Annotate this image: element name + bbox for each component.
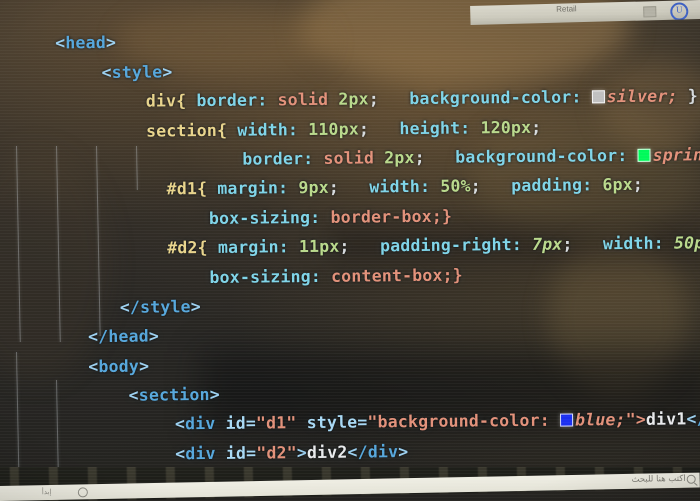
cortana-icon[interactable] — [77, 487, 88, 498]
code-editor-content[interactable]: <head> <style> div{ border: solid 2px; b… — [0, 0, 700, 501]
screenshot-photo-of-code-editor: Retail U <head> <style> div{ border: sol… — [0, 0, 700, 501]
search-icon[interactable] — [686, 474, 696, 484]
taskbar-search-input[interactable]: اكتب هنا للبحث — [631, 474, 685, 485]
start-button-label[interactable]: إبدأ — [42, 488, 52, 496]
